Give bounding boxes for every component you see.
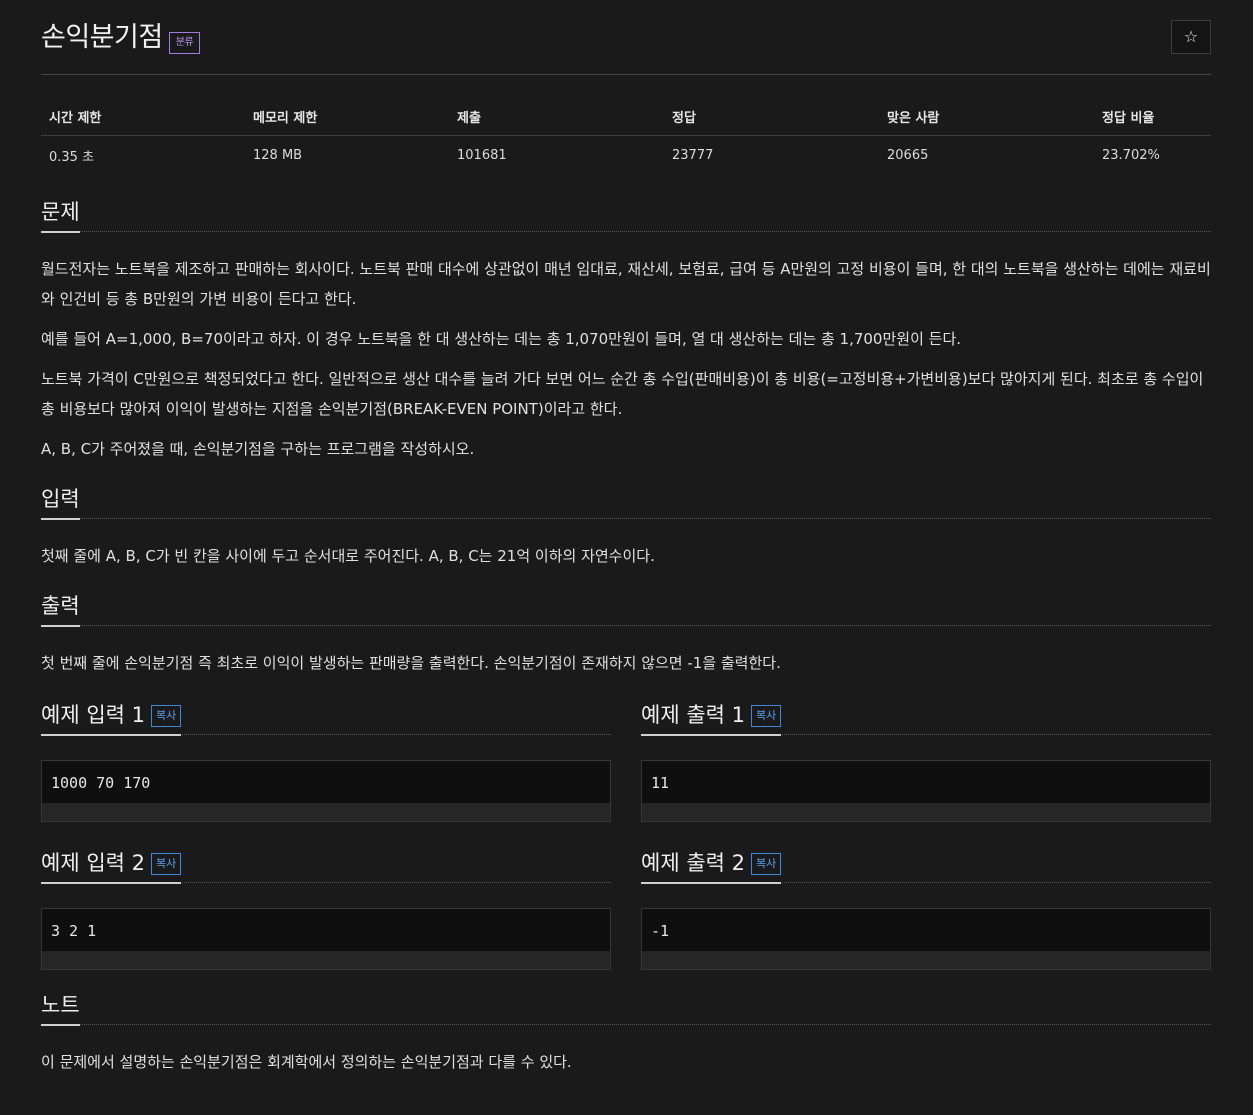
problem-title: 손익분기점 xyxy=(41,22,163,53)
sample-title-text: 예제 출력 2 xyxy=(641,851,745,875)
copy-button[interactable]: 복사 xyxy=(751,705,782,727)
sample-output-2-value: -1 xyxy=(642,909,1210,951)
problem-paragraph: A, B, C가 주어졌을 때, 손익분기점을 구하는 프로그램을 작성하시오. xyxy=(41,440,475,458)
note-paragraph: 이 문제에서 설명하는 손익분기점은 회계학에서 정의하는 손익분기점과 다를 … xyxy=(41,1053,572,1071)
output-description: 첫 번째 줄에 손익분기점 즉 최초로 이익이 발생하는 판매량을 출력한다. … xyxy=(41,648,1211,678)
stats-value-row: 0.35 초 128 MB 101681 23777 20665 23.702% xyxy=(41,136,1211,176)
section-title-output: 출력 xyxy=(41,589,80,627)
copy-button[interactable]: 복사 xyxy=(151,853,182,875)
page-title: 손익분기점 분류 xyxy=(41,20,201,56)
section-header: 문제 xyxy=(41,195,1211,233)
section-header: 입력 xyxy=(41,482,1211,520)
note-description: 이 문제에서 설명하는 손익분기점은 회계학에서 정의하는 손익분기점과 다를 … xyxy=(41,1047,1211,1077)
sample-output-2-title: 예제 출력 2 복사 xyxy=(641,846,782,884)
sample-output-2: 예제 출력 2 복사 -1 xyxy=(641,844,1211,970)
sample-input-2-box[interactable]: 3 2 1 xyxy=(41,908,611,970)
stats-value-accepted: 23777 xyxy=(672,148,714,163)
stats-value-submissions: 101681 xyxy=(457,148,507,163)
sample-output-1-value: 11 xyxy=(642,761,1210,803)
sample-input-1-value: 1000 70 170 xyxy=(42,761,610,803)
problem-page: 손익분기점 분류 ☆ 시간 제한 메모리 제한 제출 정답 맞은 사람 정답 비율… xyxy=(41,0,1211,1077)
star-icon: ☆ xyxy=(1183,27,1199,46)
output-section: 출력 첫 번째 줄에 손익분기점 즉 최초로 이익이 발생하는 판매량을 출력한… xyxy=(41,589,1211,678)
section-header: 출력 xyxy=(41,589,1211,627)
sample-output-2-box[interactable]: -1 xyxy=(641,908,1211,970)
problem-header: 손익분기점 분류 ☆ xyxy=(41,20,1211,75)
category-badge[interactable]: 분류 xyxy=(168,31,201,54)
stats-header-ratio: 정답 비율 xyxy=(1094,101,1211,136)
sample-output-1-title: 예제 출력 1 복사 xyxy=(641,698,782,736)
stats-value-memory-limit: 128 MB xyxy=(253,148,303,163)
stats-header-memory-limit: 메모리 제한 xyxy=(245,101,449,136)
copy-button[interactable]: 복사 xyxy=(751,853,782,875)
sample-row-2: 예제 입력 2 복사 3 2 1 예제 출력 2 복사 -1 xyxy=(41,844,1211,970)
sample-title-text: 예제 입력 1 xyxy=(41,703,145,727)
stats-header-solvers: 맞은 사람 xyxy=(879,101,1094,136)
input-section: 입력 첫째 줄에 A, B, C가 빈 칸을 사이에 두고 순서대로 주어진다.… xyxy=(41,482,1211,571)
problem-paragraph: 예를 들어 A=1,000, B=70이라고 하자. 이 경우 노트북을 한 대… xyxy=(41,330,962,348)
section-title-input: 입력 xyxy=(41,482,80,520)
sample-row-1: 예제 입력 1 복사 1000 70 170 예제 출력 1 복사 11 xyxy=(41,696,1211,822)
sample-input-1-box[interactable]: 1000 70 170 xyxy=(41,760,611,822)
section-header: 예제 출력 1 복사 xyxy=(641,696,1211,736)
section-header: 노트 xyxy=(41,988,1211,1026)
sample-input-1: 예제 입력 1 복사 1000 70 170 xyxy=(41,696,611,822)
sample-title-text: 예제 출력 1 xyxy=(641,703,745,727)
stats-header-submissions: 제출 xyxy=(449,101,664,136)
note-section: 노트 이 문제에서 설명하는 손익분기점은 회계학에서 정의하는 손익분기점과 … xyxy=(41,988,1211,1077)
stats-value-solvers: 20665 xyxy=(887,148,929,163)
stats-header-time-limit: 시간 제한 xyxy=(41,101,245,136)
stats-value-ratio: 23.702% xyxy=(1102,148,1160,163)
sample-input-2-title: 예제 입력 2 복사 xyxy=(41,846,182,884)
problem-paragraph: 월드전자는 노트북을 제조하고 판매하는 회사이다. 노트북 판매 대수에 상관… xyxy=(41,260,1211,308)
problem-description: 월드전자는 노트북을 제조하고 판매하는 회사이다. 노트북 판매 대수에 상관… xyxy=(41,254,1211,464)
problem-paragraph: 노트북 가격이 C만원으로 책정되었다고 한다. 일반적으로 생산 대수를 늘려… xyxy=(41,370,1204,418)
output-paragraph: 첫 번째 줄에 손익분기점 즉 최초로 이익이 발생하는 판매량을 출력한다. … xyxy=(41,654,781,672)
sample-output-1: 예제 출력 1 복사 11 xyxy=(641,696,1211,822)
stats-table: 시간 제한 메모리 제한 제출 정답 맞은 사람 정답 비율 0.35 초 12… xyxy=(41,101,1211,175)
stats-value-time-limit: 0.35 초 xyxy=(49,150,95,165)
stats-header-accepted: 정답 xyxy=(664,101,879,136)
input-description: 첫째 줄에 A, B, C가 빈 칸을 사이에 두고 순서대로 주어진다. A,… xyxy=(41,541,1211,571)
sample-input-2: 예제 입력 2 복사 3 2 1 xyxy=(41,844,611,970)
copy-button[interactable]: 복사 xyxy=(151,705,182,727)
sample-input-2-value: 3 2 1 xyxy=(42,909,610,951)
favorite-button[interactable]: ☆ xyxy=(1171,20,1211,54)
section-title-problem: 문제 xyxy=(41,195,80,233)
stats-header-row: 시간 제한 메모리 제한 제출 정답 맞은 사람 정답 비율 xyxy=(41,101,1211,136)
input-paragraph: 첫째 줄에 A, B, C가 빈 칸을 사이에 두고 순서대로 주어진다. A,… xyxy=(41,547,655,565)
sample-input-1-title: 예제 입력 1 복사 xyxy=(41,698,182,736)
section-header: 예제 입력 1 복사 xyxy=(41,696,611,736)
section-header: 예제 입력 2 복사 xyxy=(41,844,611,884)
problem-section: 문제 월드전자는 노트북을 제조하고 판매하는 회사이다. 노트북 판매 대수에… xyxy=(41,195,1211,464)
section-header: 예제 출력 2 복사 xyxy=(641,844,1211,884)
section-title-note: 노트 xyxy=(41,988,80,1026)
sample-output-1-box[interactable]: 11 xyxy=(641,760,1211,822)
sample-title-text: 예제 입력 2 xyxy=(41,851,145,875)
